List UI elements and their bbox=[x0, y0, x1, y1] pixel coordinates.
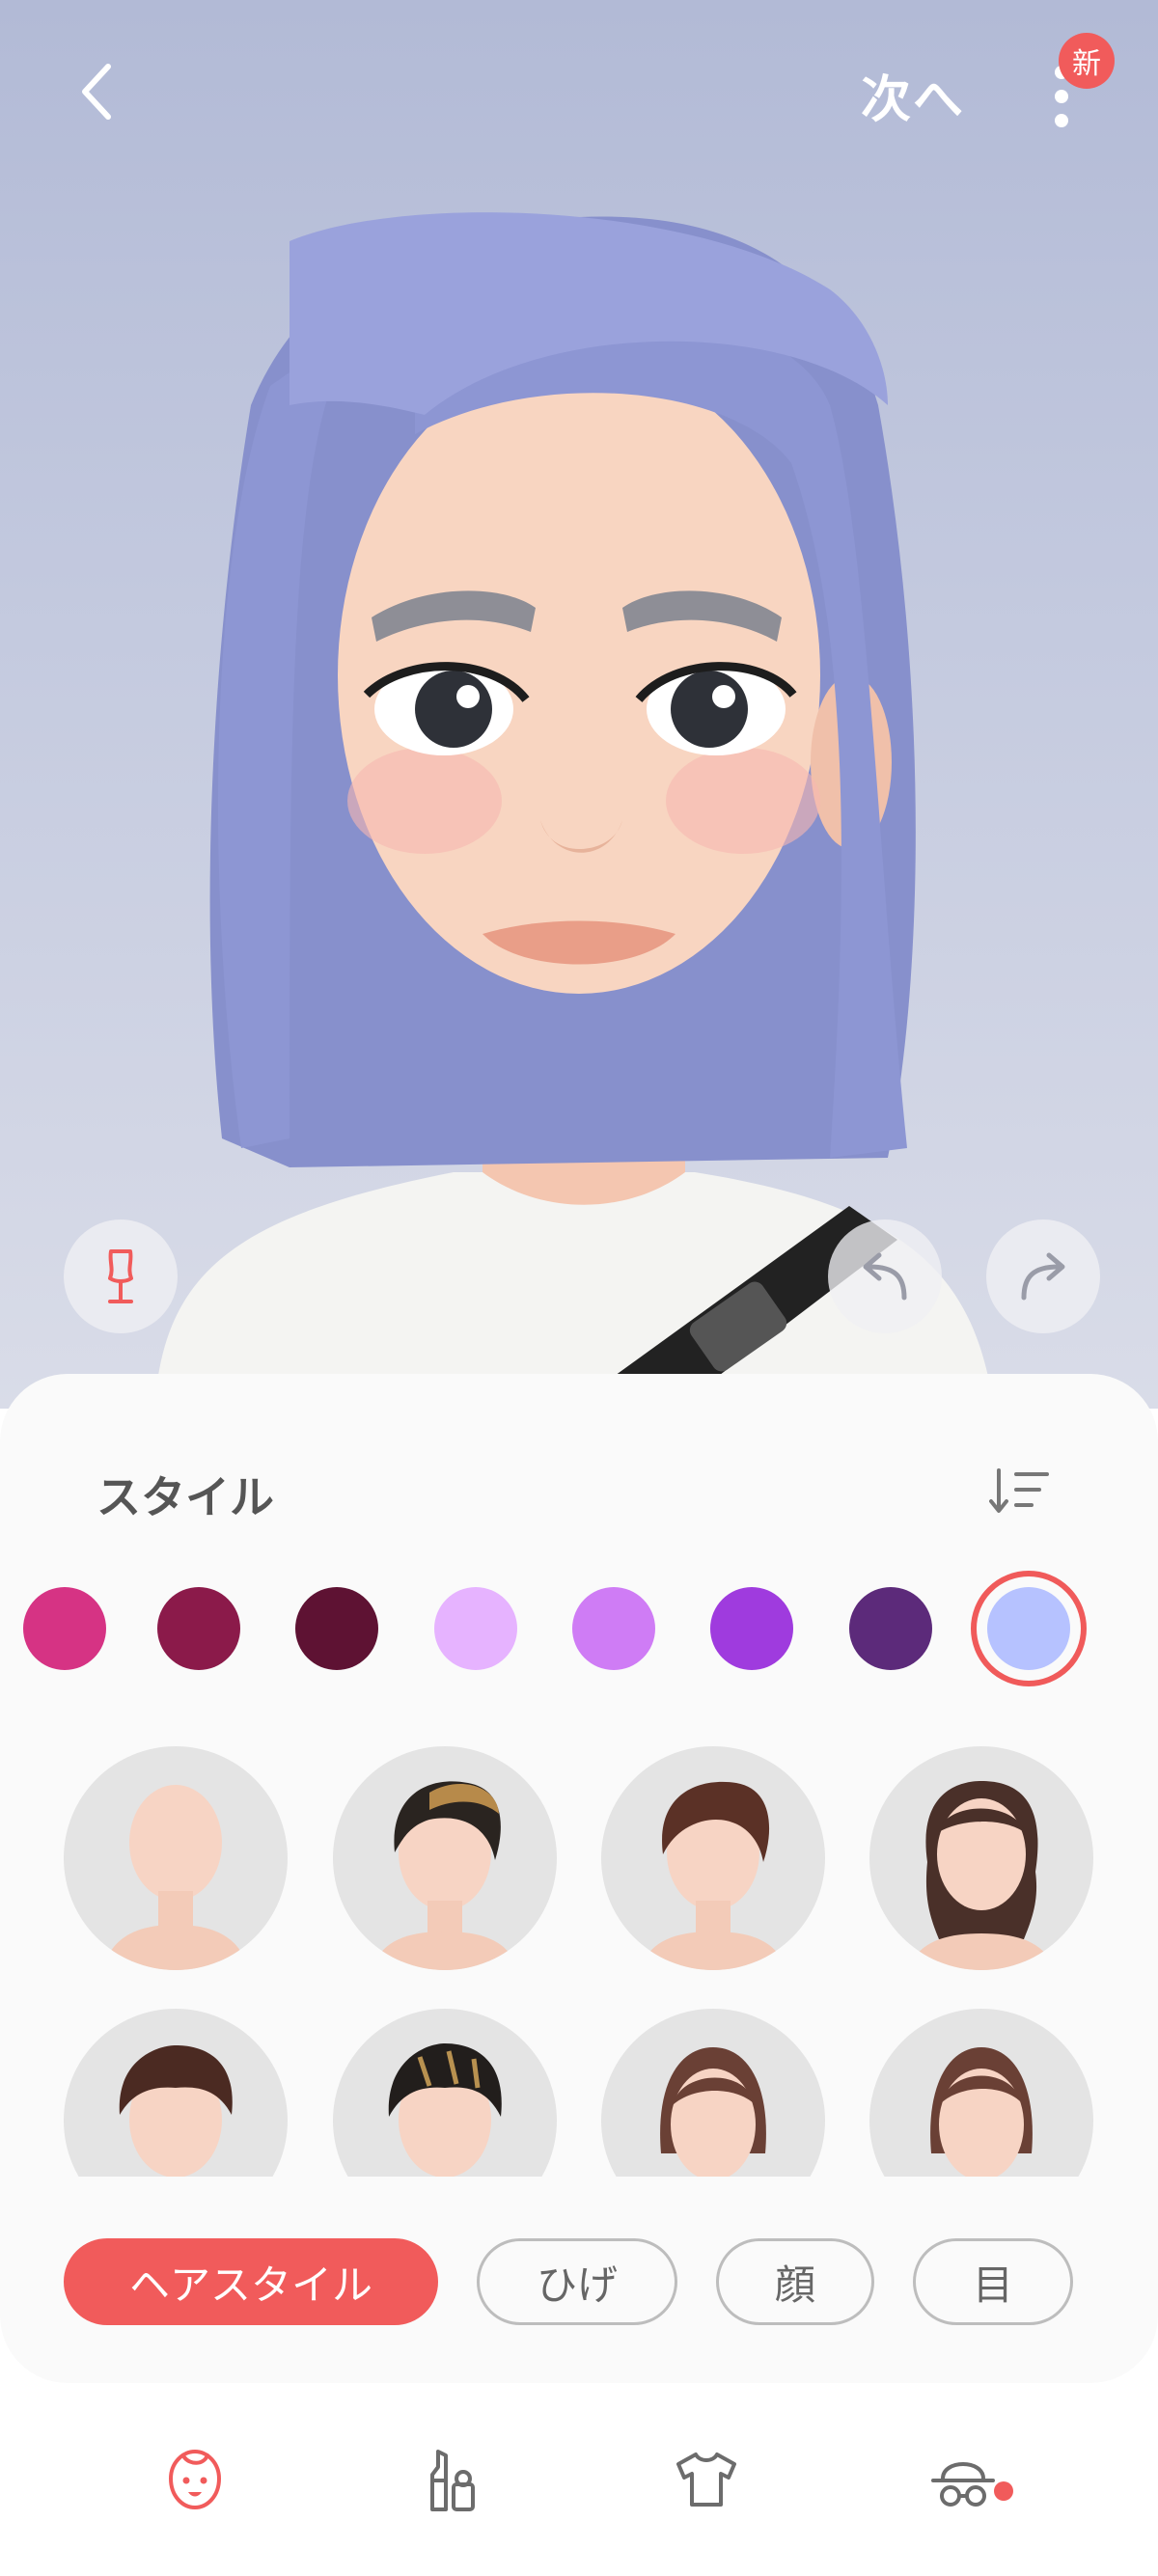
hairstyle-option[interactable] bbox=[601, 1746, 825, 1970]
color-swatch[interactable] bbox=[295, 1587, 378, 1670]
hairstyle-option[interactable] bbox=[601, 2009, 825, 2177]
redo-icon bbox=[1021, 1252, 1065, 1301]
next-button[interactable]: 次へ bbox=[861, 56, 965, 133]
hairstyle-option[interactable] bbox=[869, 1746, 1093, 1970]
style-panel: スタイル ヘアスタイル ひげ 顔 目 bbox=[0, 1374, 1158, 2383]
color-swatch[interactable] bbox=[572, 1587, 655, 1670]
tab-eyes[interactable]: 目 bbox=[913, 2238, 1073, 2325]
redo-button[interactable] bbox=[986, 1219, 1100, 1333]
makeup-icon bbox=[430, 2450, 475, 2511]
hairstyle-option[interactable] bbox=[333, 2009, 557, 2177]
face-icon bbox=[168, 2449, 222, 2510]
panel-title: スタイル bbox=[96, 1471, 274, 1523]
nav-clothing[interactable] bbox=[658, 2431, 755, 2528]
nav-makeup[interactable] bbox=[403, 2431, 500, 2528]
hairstyle-option[interactable] bbox=[333, 1746, 557, 1970]
hairstyle-option[interactable] bbox=[869, 2009, 1093, 2177]
tab-face[interactable]: 顔 bbox=[716, 2238, 874, 2325]
notification-dot bbox=[994, 2481, 1013, 2501]
selected-ring bbox=[971, 1571, 1087, 1686]
back-button[interactable] bbox=[58, 53, 135, 130]
nav-face[interactable] bbox=[147, 2431, 243, 2528]
color-swatch[interactable] bbox=[157, 1587, 240, 1670]
mannequin-icon bbox=[108, 1249, 133, 1303]
undo-icon bbox=[863, 1252, 907, 1301]
sort-button[interactable] bbox=[986, 1457, 1054, 1524]
hairstyle-option[interactable] bbox=[64, 1746, 288, 1970]
color-swatch-row[interactable] bbox=[0, 1571, 1158, 1686]
hairstyle-grid[interactable] bbox=[0, 1746, 1158, 2177]
chevron-left-icon bbox=[82, 64, 111, 120]
nav-accessories[interactable] bbox=[915, 2431, 1011, 2528]
bottom-navigation bbox=[0, 2383, 1158, 2576]
undo-button[interactable] bbox=[828, 1219, 942, 1333]
category-tabs[interactable]: ヘアスタイル ひげ 顔 目 bbox=[0, 2234, 1158, 2331]
color-swatch[interactable] bbox=[23, 1587, 106, 1670]
color-swatch[interactable] bbox=[849, 1587, 932, 1670]
sort-icon bbox=[989, 1468, 1049, 1513]
color-swatch[interactable] bbox=[434, 1587, 517, 1670]
accessory-icon bbox=[931, 2462, 995, 2507]
tab-beard[interactable]: ひげ bbox=[477, 2238, 677, 2325]
hairstyle-option[interactable] bbox=[64, 2009, 288, 2177]
body-mannequin-button[interactable] bbox=[64, 1219, 178, 1333]
tab-hairstyle[interactable]: ヘアスタイル bbox=[64, 2238, 438, 2325]
color-swatch[interactable] bbox=[710, 1587, 793, 1670]
avatar-preview[interactable]: 次へ 新 bbox=[0, 0, 1158, 1409]
clothing-icon bbox=[676, 2453, 736, 2507]
new-badge: 新 bbox=[1059, 33, 1115, 89]
avatar-image bbox=[154, 212, 994, 1409]
